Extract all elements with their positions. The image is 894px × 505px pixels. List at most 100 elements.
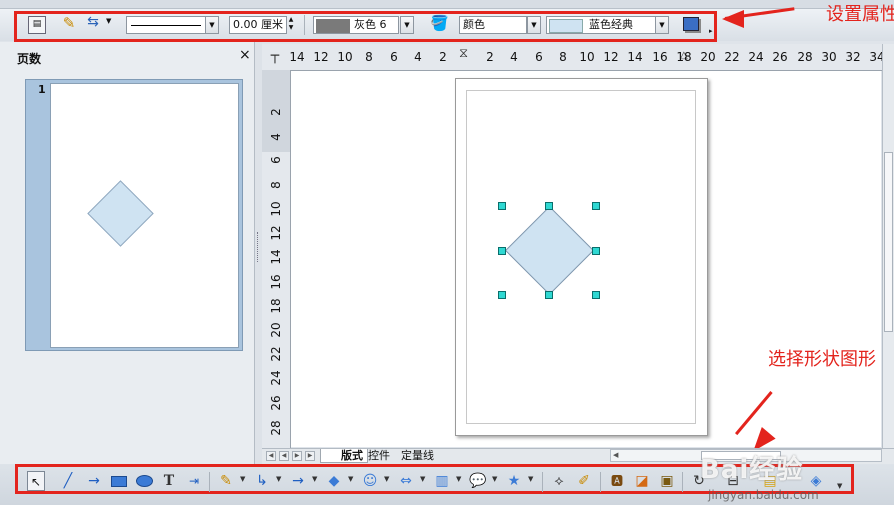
chevron-down-icon[interactable]: ▼ — [384, 475, 389, 483]
area-fill-dropdown[interactable]: ▼ — [655, 16, 669, 34]
separator — [682, 472, 683, 492]
horizontal-ruler-label: 12 — [313, 50, 329, 64]
vertical-scrollbar-thumb[interactable] — [884, 152, 893, 332]
tab-prev-icon[interactable]: ◀ — [279, 451, 289, 461]
connectors-icon[interactable]: ↳ — [252, 471, 272, 491]
resize-handle-top-left[interactable] — [498, 202, 506, 210]
area-style-combo[interactable]: 颜色 — [459, 16, 527, 34]
chevron-down-icon[interactable]: ▼ — [420, 475, 425, 483]
resize-handle-bottom[interactable] — [545, 291, 553, 299]
vertical-ruler-label: 8 — [269, 181, 283, 189]
horizontal-ruler-label: 6 — [390, 50, 398, 64]
horizontal-ruler-label: 28 — [797, 50, 813, 64]
resize-handle-bottom-right[interactable] — [592, 291, 600, 299]
ellipse-icon[interactable] — [134, 471, 154, 491]
shadow-icon[interactable] — [683, 17, 699, 31]
annotation-choose-shape: 选择形状图形 — [768, 349, 876, 370]
page-number: 1 — [38, 83, 46, 96]
glue-points-icon[interactable]: ✐ — [574, 471, 594, 491]
panel-splitter[interactable] — [255, 42, 262, 505]
fontwork-icon[interactable]: 🅰 — [607, 471, 627, 491]
splitter-grip — [257, 232, 260, 262]
chevron-down-icon[interactable]: ▼ — [240, 475, 245, 483]
tab-dimension-lines[interactable]: 定量线 — [401, 449, 445, 463]
separator — [542, 472, 543, 492]
chevron-down-icon[interactable]: ▼ — [348, 475, 353, 483]
annotation-set-properties: 设置属性 — [826, 4, 894, 25]
tab-next-icon[interactable]: ▶ — [292, 451, 302, 461]
tab-stop-icon[interactable]: ┬ — [266, 47, 284, 65]
horizontal-ruler-label: 8 — [559, 50, 567, 64]
separator — [600, 472, 601, 492]
line-color-label: 灰色 6 — [354, 18, 387, 31]
line-style-combo[interactable] — [126, 16, 206, 34]
tab-last-icon[interactable]: ▶ — [305, 451, 315, 461]
horizontal-ruler-label: 14 — [627, 50, 643, 64]
stars-icon[interactable]: ★ — [504, 471, 524, 491]
separator — [209, 472, 210, 492]
resize-handle-top[interactable] — [545, 202, 553, 210]
chevron-down-icon[interactable]: ▼ — [492, 475, 497, 483]
area-style-dropdown[interactable]: ▼ — [527, 16, 541, 34]
flowchart-icon[interactable]: ▥ — [432, 471, 452, 491]
horizontal-ruler-label: 2 — [439, 50, 447, 64]
line-style-preview — [131, 25, 201, 26]
area-fill-bucket-icon[interactable]: 🪣 — [430, 14, 449, 34]
freeform-icon[interactable]: ✎ — [216, 471, 236, 491]
horizontal-ruler-label: 12 — [603, 50, 619, 64]
symbol-shapes-icon[interactable]: ☺ — [360, 471, 380, 491]
horizontal-ruler-label: 24 — [748, 50, 764, 64]
line-style-dropdown[interactable]: ▼ — [205, 16, 219, 34]
vertical-text-icon[interactable]: ⇥ — [184, 471, 204, 491]
horizontal-ruler-label: 22 — [724, 50, 740, 64]
toolbar-overflow-icon[interactable]: ▼ — [837, 482, 842, 490]
baidu-watermark-url: jingyan.baidu.com — [708, 488, 819, 502]
tab-layout[interactable]: 版式 — [320, 449, 368, 463]
scroll-left-icon[interactable]: ◀ — [613, 451, 620, 460]
area-fill-combo[interactable]: 蓝色经典 — [546, 16, 656, 34]
toolbar-overflow-icon[interactable]: ▸ — [709, 27, 713, 35]
horizontal-ruler-label: 16 — [652, 50, 668, 64]
block-arrows-icon[interactable]: ⇔ — [396, 471, 416, 491]
chevron-down-icon[interactable]: ▼ — [106, 17, 111, 25]
line-color-dropdown[interactable]: ▼ — [400, 16, 414, 34]
arrow-line-icon[interactable]: → — [84, 471, 104, 491]
tab-first-icon[interactable]: ◀ — [266, 451, 276, 461]
lines-arrows-icon[interactable]: → — [288, 471, 308, 491]
callouts-icon[interactable]: 💬 — [468, 471, 488, 491]
chevron-down-icon[interactable]: ▼ — [528, 475, 533, 483]
line-color-swatch — [316, 18, 350, 33]
menu-toolbar-strip — [0, 0, 894, 9]
text-icon[interactable]: T — [160, 471, 178, 491]
line-color-combo[interactable]: 灰色 6 — [313, 16, 399, 34]
indent-marker-icon[interactable]: ⧖ — [459, 46, 468, 61]
shapes-image-icon[interactable]: ◪ — [632, 471, 652, 491]
chevron-down-icon[interactable]: ▼ — [456, 475, 461, 483]
vertical-scrollbar[interactable] — [882, 44, 894, 448]
rectangle-icon[interactable] — [110, 471, 128, 491]
vertical-ruler-label: 14 — [269, 249, 283, 265]
select-arrow-icon[interactable]: ↖ — [27, 471, 45, 491]
chevron-down-icon[interactable]: ▼ — [276, 475, 281, 483]
resize-handle-left[interactable] — [498, 247, 506, 255]
basic-shapes-icon[interactable]: ◆ — [324, 471, 344, 491]
line-icon[interactable]: ✎ — [61, 14, 77, 34]
vertical-ruler-label: 28 — [269, 420, 283, 436]
styles-icon[interactable]: ▤ — [28, 16, 46, 34]
points-icon[interactable]: ⟡ — [549, 471, 569, 491]
image-icon[interactable]: ▣ — [657, 471, 677, 491]
line-width-spinner[interactable]: ▲ ▼ — [286, 16, 296, 34]
chevron-down-icon[interactable]: ▼ — [312, 475, 317, 483]
horizontal-ruler[interactable] — [262, 44, 882, 71]
close-icon[interactable]: × — [239, 47, 251, 63]
resize-handle-bottom-left[interactable] — [498, 291, 506, 299]
arrow-style-icon[interactable]: ⇆ — [83, 14, 103, 34]
line-width-field[interactable]: 0.00 厘米 — [229, 16, 287, 34]
separator — [304, 15, 305, 35]
vertical-ruler-label: 10 — [269, 201, 283, 217]
resize-handle-top-right[interactable] — [592, 202, 600, 210]
tab-controls[interactable]: 控件 — [368, 449, 400, 463]
resize-handle-right[interactable] — [592, 247, 600, 255]
line-tool-icon[interactable]: ╱ — [59, 471, 77, 491]
horizontal-ruler-label: 4 — [510, 50, 518, 64]
